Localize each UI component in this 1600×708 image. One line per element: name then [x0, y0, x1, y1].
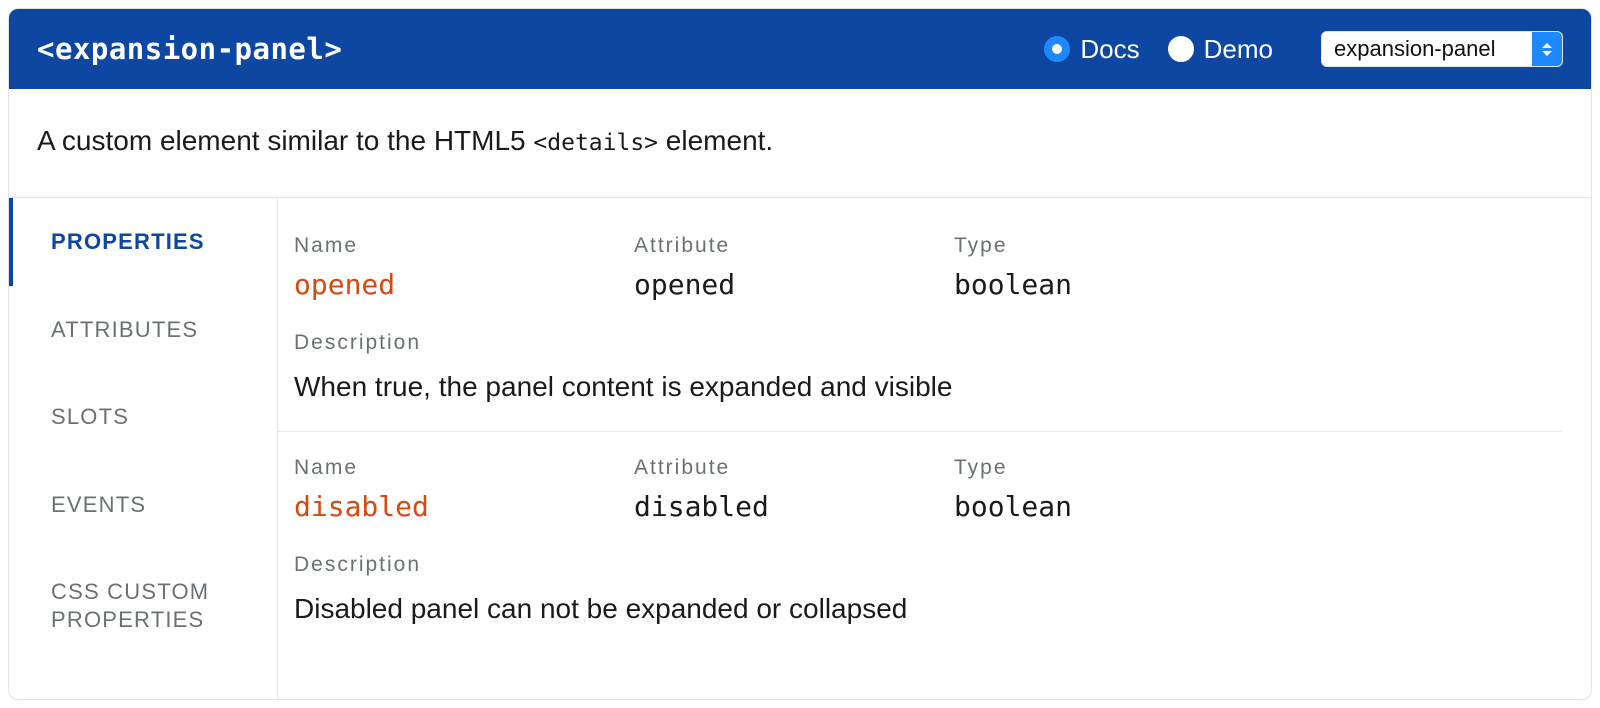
- col-attribute-label: Attribute: [634, 234, 954, 258]
- sidebar-tabs: PROPERTIES ATTRIBUTES SLOTS EVENTS CSS C…: [9, 198, 277, 699]
- col-type-label: Type: [954, 456, 1563, 480]
- col-name-label: Name: [294, 234, 634, 258]
- col-description-label: Description: [294, 553, 1563, 577]
- component-select[interactable]: expansion-panel: [1321, 31, 1563, 67]
- header-bar: <expansion-panel> Docs Demo expansion-pa…: [9, 9, 1591, 89]
- tab-properties[interactable]: PROPERTIES: [9, 198, 277, 286]
- chevron-up-down-icon: [1532, 32, 1562, 66]
- tab-css-custom-properties[interactable]: CSS CUSTOM PROPERTIES: [9, 548, 277, 663]
- radio-dot-icon: [1044, 36, 1070, 62]
- doc-body: PROPERTIES ATTRIBUTES SLOTS EVENTS CSS C…: [9, 198, 1591, 699]
- property-description-value: When true, the panel content is expanded…: [294, 371, 1563, 403]
- property-name-value: disabled: [294, 490, 634, 523]
- property-type-value: boolean: [954, 268, 1563, 301]
- radio-docs-label: Docs: [1080, 34, 1139, 65]
- col-name-label: Name: [294, 456, 634, 480]
- property-item: Name disabled Attribute disabled Type bo…: [278, 431, 1563, 653]
- property-attribute-value: opened: [634, 268, 954, 301]
- radio-demo[interactable]: Demo: [1168, 34, 1273, 65]
- component-title: <expansion-panel>: [37, 32, 1028, 66]
- intro-suffix: element.: [658, 125, 773, 156]
- col-description-label: Description: [294, 331, 1563, 355]
- radio-docs[interactable]: Docs: [1044, 34, 1139, 65]
- col-type-label: Type: [954, 234, 1563, 258]
- intro-text: A custom element similar to the HTML5 <d…: [9, 89, 1591, 198]
- component-doc-card: <expansion-panel> Docs Demo expansion-pa…: [8, 8, 1592, 700]
- tab-slots[interactable]: SLOTS: [9, 373, 277, 461]
- property-type-value: boolean: [954, 490, 1563, 523]
- property-description-value: Disabled panel can not be expanded or co…: [294, 593, 1563, 625]
- tab-attributes[interactable]: ATTRIBUTES: [9, 286, 277, 374]
- intro-code: <details>: [533, 130, 658, 156]
- intro-prefix: A custom element similar to the HTML5: [37, 125, 533, 156]
- property-name-value: opened: [294, 268, 634, 301]
- tab-events[interactable]: EVENTS: [9, 461, 277, 549]
- properties-panel: Name opened Attribute opened Type boolea…: [277, 198, 1591, 699]
- col-attribute-label: Attribute: [634, 456, 954, 480]
- component-select-value: expansion-panel: [1322, 32, 1532, 66]
- radio-dot-icon: [1168, 36, 1194, 62]
- view-toggle-group: Docs Demo: [1044, 34, 1273, 65]
- property-attribute-value: disabled: [634, 490, 954, 523]
- radio-demo-label: Demo: [1204, 34, 1273, 65]
- property-item: Name opened Attribute opened Type boolea…: [278, 210, 1563, 431]
